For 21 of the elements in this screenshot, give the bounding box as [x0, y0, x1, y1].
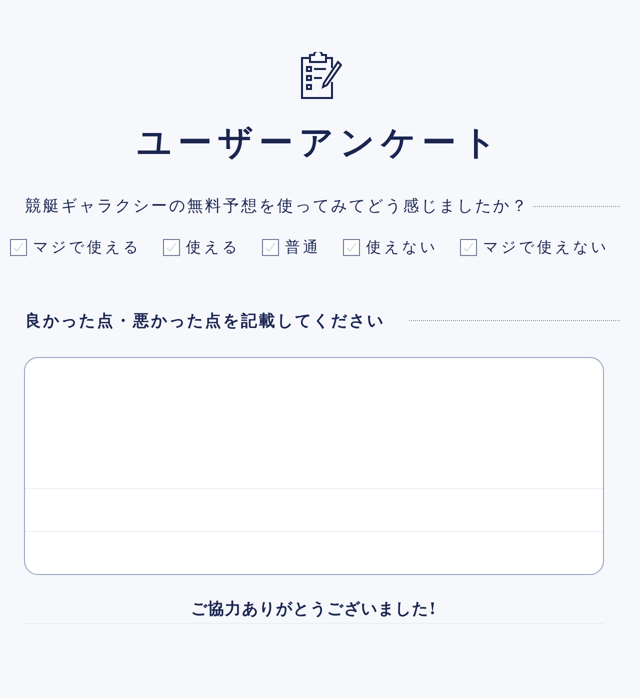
option-label: マジで使える	[33, 237, 141, 258]
checkbox[interactable]	[163, 238, 180, 256]
comment-label: 良かった点・悪かった点を記載してください	[25, 310, 385, 332]
option-label: 使える	[186, 237, 240, 258]
checkbox[interactable]	[10, 238, 27, 256]
checkbox[interactable]	[460, 238, 477, 256]
checkbox[interactable]	[343, 238, 360, 256]
check-icon	[165, 240, 178, 254]
clipboard-checklist-icon	[298, 52, 342, 100]
option-label: 使えない	[366, 237, 438, 258]
option-label: 普通	[285, 237, 321, 258]
check-icon	[12, 240, 25, 254]
check-icon	[264, 240, 277, 254]
question-text: 競艇ギャラクシーの無料予想を使ってみてどう感じましたか？	[25, 195, 529, 217]
option-label: マジで使えない	[483, 237, 609, 258]
comment-field[interactable]	[24, 356, 604, 574]
thanks-message: ご協力ありがとうございました!	[190, 598, 438, 620]
check-icon	[345, 240, 358, 254]
survey-title: ユーザーアンケート	[137, 126, 503, 160]
checkbox[interactable]	[262, 238, 279, 256]
check-icon	[462, 240, 475, 254]
